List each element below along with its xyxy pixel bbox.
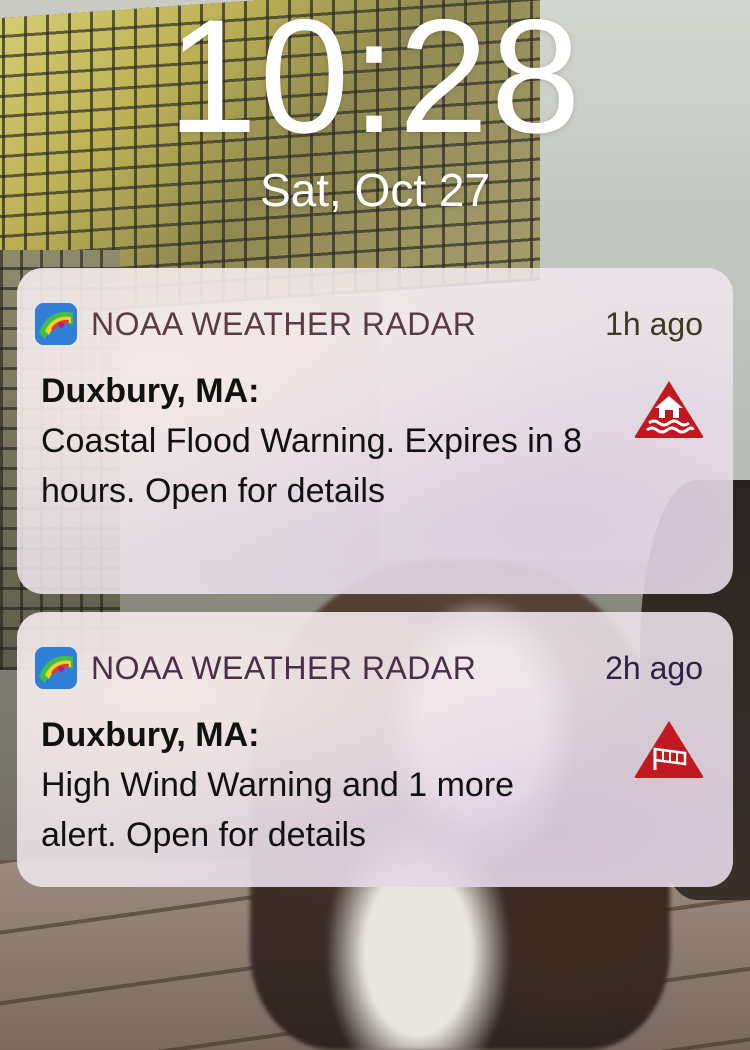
notification-title: Duxbury, MA:	[41, 716, 260, 754]
notification-header: NOAA WEATHER RADAR 2h ago	[35, 646, 703, 690]
app-name: NOAA WEATHER RADAR	[91, 649, 477, 686]
notification-header: NOAA WEATHER RADAR 1h ago	[35, 302, 703, 346]
app-name: NOAA WEATHER RADAR	[91, 305, 477, 342]
notification-title: Duxbury, MA:	[41, 372, 260, 410]
notification-timestamp: 1h ago	[605, 305, 703, 342]
notification-card[interactable]: NOAA WEATHER RADAR 1h ago Duxbury, MA: C…	[17, 268, 733, 594]
noaa-radar-app-icon	[35, 303, 77, 345]
notification-timestamp: 2h ago	[605, 649, 703, 686]
notification-message: High Wind Warning and 1 more alert. Open…	[41, 766, 515, 854]
notification-message: Coastal Flood Warning. Expires in 8 hour…	[41, 422, 583, 510]
notification-card[interactable]: NOAA WEATHER RADAR 2h ago Duxbury, MA: H…	[17, 612, 733, 887]
noaa-radar-app-icon	[35, 647, 77, 689]
coastal-flood-icon	[633, 378, 705, 440]
windsock-icon	[633, 718, 705, 780]
notification-body: Duxbury, MA: Coastal Flood Warning. Expi…	[41, 366, 583, 516]
lockscreen-date: Sat, Oct 27	[259, 164, 491, 216]
notification-body: Duxbury, MA: High Wind Warning and 1 mor…	[41, 710, 583, 860]
lockscreen-clock: 10:28	[167, 0, 583, 167]
